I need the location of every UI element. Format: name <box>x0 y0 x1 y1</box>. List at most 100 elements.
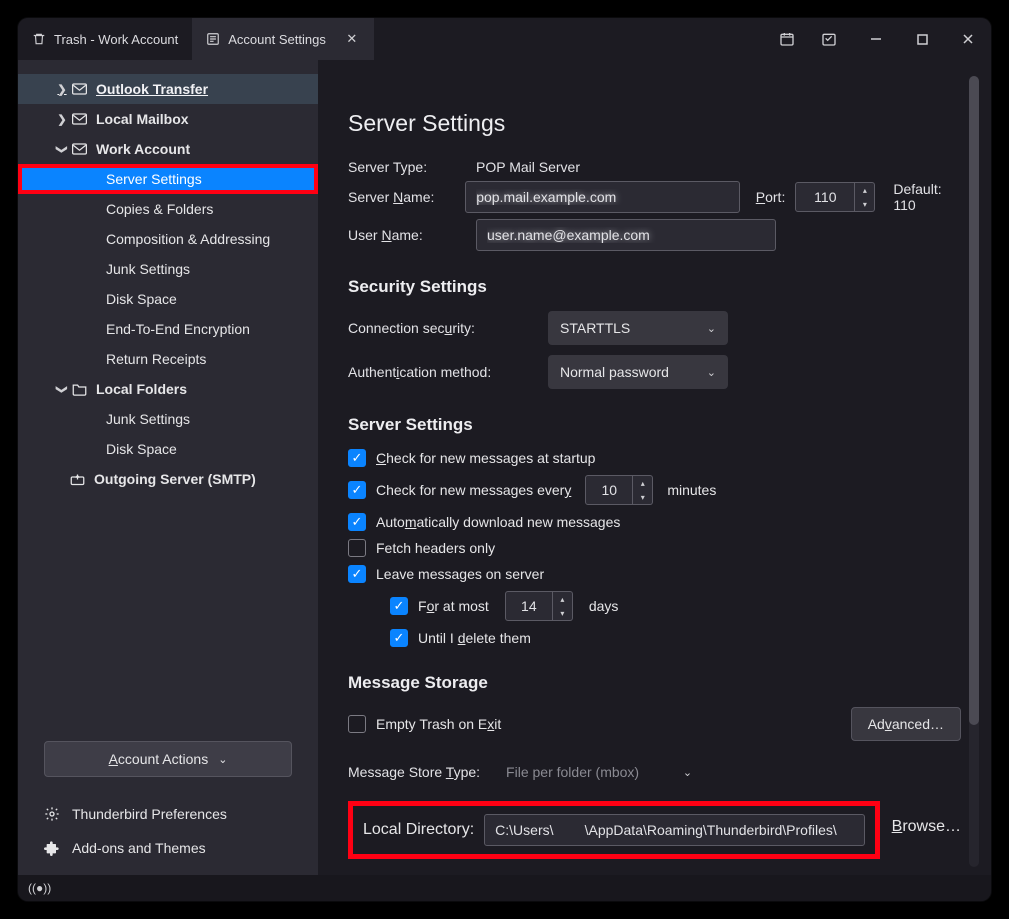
close-icon[interactable]: ✕ <box>344 31 360 47</box>
titlebar: Trash - Work Account Account Settings ✕ <box>18 18 991 60</box>
link-label: Thunderbird Preferences <box>72 806 227 822</box>
auth-method-select[interactable]: Normal password ⌄ <box>548 355 728 389</box>
sidebar-item-label: Junk Settings <box>106 261 190 277</box>
toolbar-icons <box>779 18 853 60</box>
trash-icon <box>32 32 46 46</box>
checkbox-label: Leave messages on server <box>376 566 544 582</box>
sidebar-item-label: Junk Settings <box>106 411 190 427</box>
connection-security-select[interactable]: STARTTLS ⌄ <box>548 311 728 345</box>
puzzle-icon <box>44 840 60 856</box>
check-startup-checkbox[interactable]: ✓ <box>348 449 366 467</box>
tab-label: Account Settings <box>228 32 326 47</box>
security-heading: Security Settings <box>348 277 961 297</box>
sidebar-item-lf-disk-space[interactable]: Disk Space <box>18 434 318 464</box>
sidebar-item-lf-junk[interactable]: Junk Settings <box>18 404 318 434</box>
leave-on-server-checkbox[interactable]: ✓ <box>348 565 366 583</box>
sidebar-acct-outlook-transfer[interactable]: ❯ Outlook Transfer <box>18 74 318 104</box>
check-every-checkbox[interactable]: ✓ <box>348 481 366 499</box>
chevron-down-icon: ⌄ <box>707 322 716 335</box>
checkbox-label: For at most <box>418 598 489 614</box>
empty-trash-checkbox[interactable] <box>348 715 366 733</box>
sync-icon: ((●)) <box>28 881 51 895</box>
sidebar-acct-work-account[interactable]: ❯ Work Account <box>18 134 318 164</box>
button-label: Advanced… <box>868 716 944 732</box>
chevron-down-icon: ⌄ <box>218 753 227 766</box>
user-name-label: User Name: <box>348 227 466 243</box>
button-label: Account Actions <box>109 751 209 767</box>
user-name-input[interactable] <box>476 219 776 251</box>
link-label: Add-ons and Themes <box>72 840 206 856</box>
sidebar-acct-local-mailbox[interactable]: ❯ Local Mailbox <box>18 104 318 134</box>
sidebar-item-server-settings[interactable]: Server Settings <box>18 164 318 194</box>
gear-icon <box>44 806 60 822</box>
scrollbar-thumb[interactable] <box>969 76 979 725</box>
check-every-input[interactable] <box>585 475 633 505</box>
sidebar-item-label: Work Account <box>96 141 190 157</box>
sidebar-acct-local-folders[interactable]: ❯ Local Folders <box>18 374 318 404</box>
sidebar-item-copies-folders[interactable]: Copies & Folders <box>18 194 318 224</box>
mail-icon <box>72 143 90 155</box>
chevron-right-icon: ❯ <box>56 83 68 96</box>
minutes-label: minutes <box>667 482 716 498</box>
check-every-spinner[interactable]: ▴▾ <box>633 475 653 505</box>
minimize-button[interactable] <box>853 18 899 60</box>
sidebar-item-label: Copies & Folders <box>106 201 213 217</box>
checkbox-label: Until I delete them <box>418 630 531 646</box>
sidebar-item-outgoing-smtp[interactable]: Outgoing Server (SMTP) <box>18 464 318 494</box>
tasks-icon[interactable] <box>821 31 845 47</box>
sidebar-item-composition[interactable]: Composition & Addressing <box>18 224 318 254</box>
sidebar-item-label: Disk Space <box>106 441 177 457</box>
checkbox-label: Automatically download new messages <box>376 514 620 530</box>
port-spinner[interactable]: ▴▾ <box>855 182 875 212</box>
mail-icon <box>72 113 90 125</box>
auto-download-checkbox[interactable]: ✓ <box>348 513 366 531</box>
server-name-input[interactable] <box>465 181 740 213</box>
server-name-label: Server Name: <box>348 189 455 205</box>
auth-method-label: Authentication method: <box>348 364 518 380</box>
server-settings-heading: Server Settings <box>348 415 961 435</box>
for-at-most-input[interactable] <box>505 591 553 621</box>
tab-label: Trash - Work Account <box>54 32 178 47</box>
scrollbar[interactable] <box>969 76 979 867</box>
server-type-label: Server Type: <box>348 159 466 175</box>
fetch-headers-checkbox[interactable] <box>348 539 366 557</box>
calendar-icon[interactable] <box>779 31 803 47</box>
sidebar-item-junk[interactable]: Junk Settings <box>18 254 318 284</box>
sidebar-item-label: Local Folders <box>96 381 187 397</box>
sidebar-item-disk-space[interactable]: Disk Space <box>18 284 318 314</box>
addons-themes-link[interactable]: Add-ons and Themes <box>44 831 292 865</box>
local-directory-label: Local Directory: <box>363 821 474 839</box>
chevron-down-icon: ⌄ <box>707 366 716 379</box>
sidebar-item-return-receipts[interactable]: Return Receipts <box>18 344 318 374</box>
account-actions-button[interactable]: Account Actions ⌄ <box>44 741 292 777</box>
port-label: Port: <box>756 189 786 205</box>
page-title: Server Settings <box>348 110 961 137</box>
chevron-down-icon: ❯ <box>56 143 69 155</box>
for-at-most-spinner[interactable]: ▴▾ <box>553 591 573 621</box>
select-value: File per folder (mbox) <box>506 764 639 780</box>
for-at-most-checkbox[interactable]: ✓ <box>390 597 408 615</box>
sidebar-item-label: Disk Space <box>106 291 177 307</box>
app-window: Trash - Work Account Account Settings ✕ <box>18 18 991 901</box>
local-directory-input[interactable] <box>484 814 864 846</box>
store-type-select: File per folder (mbox) ⌄ <box>494 755 704 789</box>
sidebar-item-label: Composition & Addressing <box>106 231 270 247</box>
select-value: Normal password <box>560 364 669 380</box>
thunderbird-preferences-link[interactable]: Thunderbird Preferences <box>44 797 292 831</box>
settings-page-icon <box>206 32 220 46</box>
sidebar-item-e2e[interactable]: End-To-End Encryption <box>18 314 318 344</box>
sidebar-item-label: Outgoing Server (SMTP) <box>94 471 256 487</box>
port-input[interactable] <box>795 182 855 212</box>
checkbox-label: Check for new messages every <box>376 482 571 498</box>
advanced-button[interactable]: Advanced… <box>851 707 961 741</box>
close-button[interactable] <box>945 18 991 60</box>
browse-button[interactable]: Browse… <box>892 818 961 836</box>
tab-account-settings[interactable]: Account Settings ✕ <box>192 18 374 60</box>
maximize-button[interactable] <box>899 18 945 60</box>
tab-trash[interactable]: Trash - Work Account <box>18 18 192 60</box>
connection-security-label: Connection security: <box>348 320 518 336</box>
local-directory-highlight: Local Directory: <box>348 801 880 859</box>
server-type-value: POP Mail Server <box>476 159 580 175</box>
until-delete-checkbox[interactable]: ✓ <box>390 629 408 647</box>
default-port-label: Default: 110 <box>893 181 961 213</box>
